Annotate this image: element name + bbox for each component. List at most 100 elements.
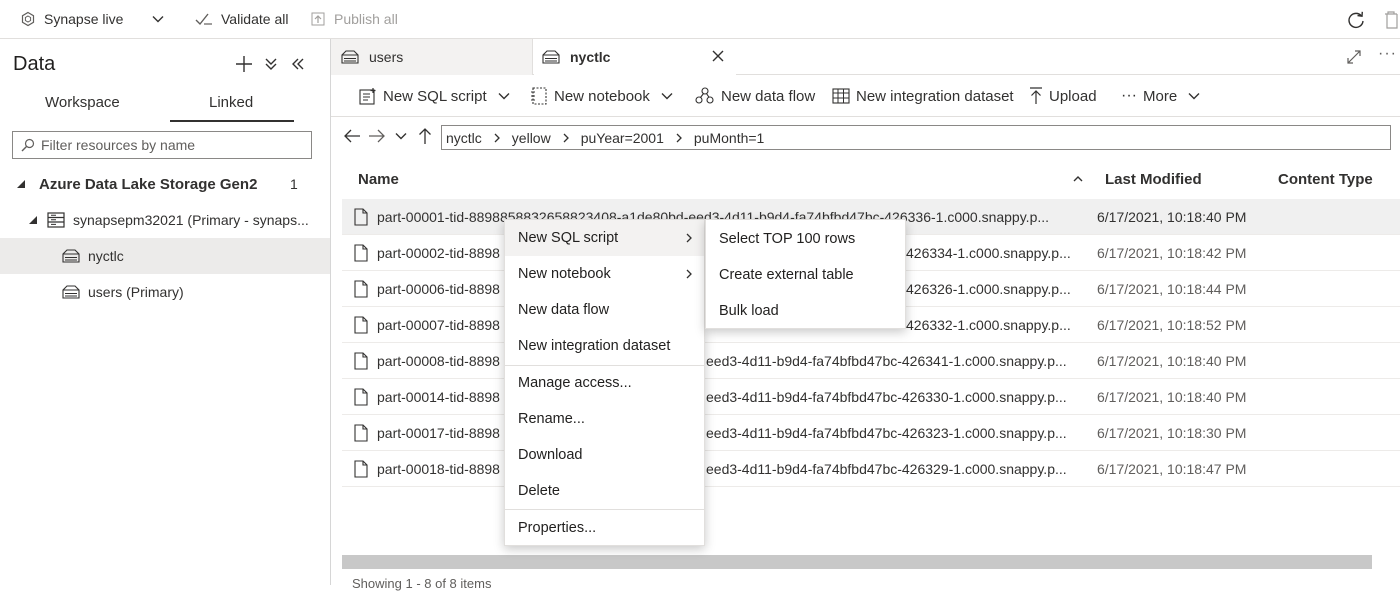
add-icon[interactable] bbox=[234, 54, 254, 74]
menu-item-label: Rename... bbox=[518, 411, 585, 427]
menu-item-new-notebook[interactable]: New notebook bbox=[505, 256, 704, 292]
file-name-tail: 426334-1.c000.snappy.p... bbox=[906, 245, 1071, 261]
file-name[interactable]: part-00017-tid-8898 bbox=[377, 415, 500, 451]
breadcrumb-item[interactable]: yellow bbox=[512, 130, 551, 146]
new-data-flow-label: New data flow bbox=[721, 87, 816, 105]
tree-group-adls[interactable]: Azure Data Lake Storage Gen2 1 bbox=[0, 166, 330, 202]
collapse-panel-icon[interactable] bbox=[291, 56, 305, 72]
menu-item-new-integration-dataset[interactable]: New integration dataset bbox=[505, 328, 704, 364]
more-button[interactable]: ··· More bbox=[1121, 85, 1201, 107]
storage-account-icon bbox=[47, 212, 65, 228]
menu-item-new-sql-script[interactable]: New SQL script bbox=[505, 220, 704, 256]
chevron-down-icon[interactable] bbox=[394, 129, 408, 143]
breadcrumb-item[interactable]: puYear=2001 bbox=[581, 130, 664, 146]
menu-item-label: Manage access... bbox=[518, 375, 632, 391]
menu-item-bulk-load[interactable]: Bulk load bbox=[706, 293, 905, 329]
notebook-icon bbox=[530, 87, 548, 105]
caret-down-icon bbox=[16, 179, 26, 189]
account-label: synapsepm32021 (Primary - synaps... bbox=[73, 212, 309, 228]
horizontal-scrollbar[interactable] bbox=[342, 555, 1372, 569]
file-name[interactable]: part-00014-tid-8898 bbox=[377, 379, 500, 415]
new-integration-dataset-button[interactable]: New integration dataset bbox=[832, 85, 1014, 107]
active-tab-indicator bbox=[170, 120, 294, 122]
tree-container-nyctlc[interactable]: nyctlc bbox=[0, 238, 330, 274]
sql-script-icon bbox=[359, 87, 377, 105]
publish-all-button[interactable]: Publish all bbox=[310, 8, 398, 30]
menu-item-select-top-100[interactable]: Select TOP 100 rows bbox=[706, 221, 905, 257]
file-icon bbox=[354, 235, 368, 271]
trash-icon[interactable] bbox=[1384, 10, 1398, 30]
last-modified: 6/17/2021, 10:18:44 PM bbox=[1097, 281, 1247, 297]
expand-all-icon[interactable] bbox=[264, 56, 278, 72]
file-name-tail: eed3-4d11-b9d4-fa74bfbd47bc-426323-1.c00… bbox=[706, 425, 1067, 441]
workspace-selector[interactable]: Synapse live bbox=[20, 8, 165, 30]
breadcrumb-item[interactable]: puMonth=1 bbox=[694, 130, 764, 146]
last-modified: 6/17/2021, 10:18:47 PM bbox=[1097, 461, 1247, 477]
more-options-icon[interactable]: ··· bbox=[1378, 45, 1397, 63]
column-header-content-type[interactable]: Content Type bbox=[1278, 161, 1373, 197]
tree-storage-account[interactable]: synapsepm32021 (Primary - synaps... bbox=[0, 202, 330, 238]
forward-arrow-icon[interactable] bbox=[368, 128, 386, 144]
table-row[interactable]: part-00014-tid-8898 eed3-4d11-b9d4-fa74b… bbox=[342, 379, 1400, 415]
filter-input[interactable]: Filter resources by name bbox=[12, 131, 312, 159]
chevron-down-icon bbox=[497, 89, 511, 103]
file-name-tail: eed3-4d11-b9d4-fa74bfbd47bc-426341-1.c00… bbox=[706, 353, 1067, 369]
menu-item-label: Properties... bbox=[518, 520, 597, 536]
column-header-last-modified[interactable]: Last Modified bbox=[1105, 161, 1202, 197]
upload-arrow-icon bbox=[1029, 87, 1043, 105]
file-name[interactable]: part-00007-tid-8898 bbox=[377, 307, 500, 343]
up-arrow-icon[interactable] bbox=[418, 127, 432, 145]
new-sql-script-button[interactable]: New SQL script bbox=[359, 85, 511, 107]
document-tabs: users nyctlc ··· bbox=[331, 39, 1400, 75]
close-icon[interactable] bbox=[712, 50, 724, 62]
menu-item-manage-access[interactable]: Manage access... bbox=[505, 365, 704, 401]
last-modified: 6/17/2021, 10:18:30 PM bbox=[1097, 425, 1247, 441]
table-row[interactable]: part-00008-tid-8898 eed3-4d11-b9d4-fa74b… bbox=[342, 343, 1400, 379]
new-notebook-button[interactable]: New notebook bbox=[530, 85, 674, 107]
menu-item-label: New integration dataset bbox=[518, 338, 671, 354]
filter-placeholder: Filter resources by name bbox=[41, 137, 196, 153]
upload-icon bbox=[310, 11, 326, 27]
tab-linked[interactable]: Linked bbox=[209, 94, 253, 111]
chevron-right-icon bbox=[561, 132, 571, 144]
menu-item-new-data-flow[interactable]: New data flow bbox=[505, 292, 704, 328]
file-name[interactable]: part-00002-tid-8898 bbox=[377, 235, 500, 271]
refresh-icon[interactable] bbox=[1346, 10, 1366, 30]
menu-item-label: Download bbox=[518, 447, 583, 463]
menu-item-properties[interactable]: Properties... bbox=[505, 510, 704, 546]
breadcrumb-item[interactable]: nyctlc bbox=[446, 130, 482, 146]
sort-ascending-icon[interactable] bbox=[1072, 173, 1084, 185]
file-name[interactable]: part-00008-tid-8898 bbox=[377, 343, 500, 379]
menu-item-label: New SQL script bbox=[518, 230, 619, 246]
tab-users[interactable]: users bbox=[331, 39, 533, 75]
file-name[interactable]: part-00018-tid-8898 bbox=[377, 451, 500, 487]
menu-item-label: Bulk load bbox=[719, 303, 779, 319]
validate-all-button[interactable]: Validate all bbox=[195, 8, 288, 30]
back-arrow-icon[interactable] bbox=[343, 128, 361, 144]
container-label: users (Primary) bbox=[88, 284, 184, 300]
more-label: More bbox=[1142, 87, 1178, 105]
chevron-right-icon bbox=[492, 132, 502, 144]
last-modified: 6/17/2021, 10:18:40 PM bbox=[1097, 209, 1247, 225]
menu-item-delete[interactable]: Delete bbox=[505, 473, 704, 509]
file-name[interactable]: part-00006-tid-8898 bbox=[377, 271, 500, 307]
last-modified: 6/17/2021, 10:18:40 PM bbox=[1097, 389, 1247, 405]
menu-item-rename[interactable]: Rename... bbox=[505, 401, 704, 437]
ellipsis-icon: ··· bbox=[1121, 87, 1137, 104]
file-icon bbox=[354, 307, 368, 343]
menu-item-download[interactable]: Download bbox=[505, 437, 704, 473]
menu-item-create-external-table[interactable]: Create external table bbox=[706, 257, 905, 293]
search-icon bbox=[21, 138, 35, 152]
upload-button[interactable]: Upload bbox=[1029, 85, 1097, 107]
breadcrumb[interactable]: nyctlc yellow puYear=2001 puMonth=1 bbox=[441, 125, 1391, 150]
new-data-flow-button[interactable]: New data flow bbox=[695, 85, 815, 107]
maximize-icon[interactable] bbox=[1347, 50, 1361, 64]
tree-container-users[interactable]: users (Primary) bbox=[0, 274, 330, 310]
tab-workspace[interactable]: Workspace bbox=[45, 94, 120, 111]
table-row[interactable]: part-00017-tid-8898 eed3-4d11-b9d4-fa74b… bbox=[342, 415, 1400, 451]
context-menu: New SQL script New notebook New data flo… bbox=[504, 219, 705, 546]
tab-nyctlc[interactable]: nyctlc bbox=[534, 39, 736, 75]
table-row[interactable]: part-00018-tid-8898 eed3-4d11-b9d4-fa74b… bbox=[342, 451, 1400, 487]
menu-item-label: New notebook bbox=[518, 266, 611, 282]
column-header-name[interactable]: Name bbox=[358, 161, 399, 197]
